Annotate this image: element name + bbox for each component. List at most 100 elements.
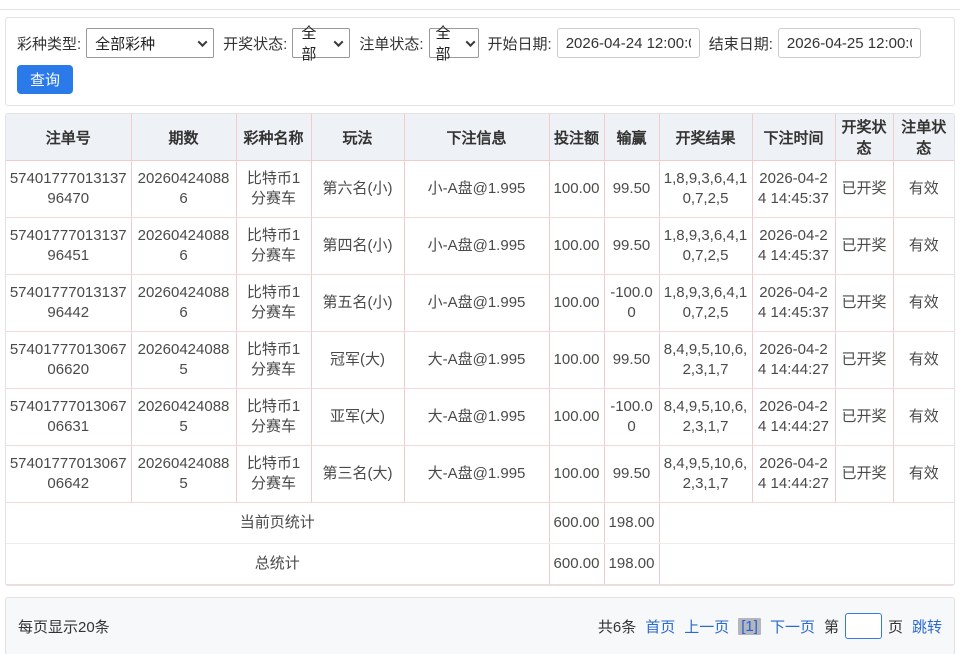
cell-period: 202604240886	[131, 218, 236, 275]
cell-draw-result: 8,4,9,5,10,6,2,3,1,7	[659, 332, 752, 389]
jump-button[interactable]: 跳转	[912, 616, 942, 637]
pagination-bar: 每页显示20条 共6条 首页 上一页 [1] 下一页 第 页 跳转	[5, 597, 955, 654]
table-row: 5740177701313796451 202604240886 比特币1分赛车…	[6, 218, 954, 275]
prev-page-link[interactable]: 上一页	[684, 616, 729, 637]
cell-bet-status: 有效	[893, 218, 954, 275]
cell-bet-time: 2026-04-24 14:44:27	[752, 389, 835, 446]
cell-play-type: 亚军(大)	[311, 389, 404, 446]
cell-lottery-name: 比特币1分赛车	[236, 275, 311, 332]
cell-draw-result: 1,8,9,3,6,4,10,7,2,5	[659, 218, 752, 275]
cell-draw-status: 已开奖	[835, 446, 893, 503]
cell-bet-time: 2026-04-24 14:44:27	[752, 332, 835, 389]
page-size-text: 每页显示20条	[18, 616, 110, 637]
cell-bet-time: 2026-04-24 14:44:27	[752, 446, 835, 503]
col-header-play-type: 玩法	[311, 114, 404, 161]
cell-lottery-name: 比特币1分赛车	[236, 332, 311, 389]
cell-draw-result: 1,8,9,3,6,4,10,7,2,5	[659, 275, 752, 332]
cell-period: 202604240886	[131, 275, 236, 332]
page-summary-bet-total: 600.00	[549, 503, 604, 544]
cell-draw-status: 已开奖	[835, 332, 893, 389]
col-header-draw-result: 开奖结果	[659, 114, 752, 161]
cell-bet-info: 小-A盘@1.995	[404, 275, 549, 332]
col-header-winloss: 输赢	[604, 114, 659, 161]
cell-play-type: 第三名(大)	[311, 446, 404, 503]
cell-draw-status: 已开奖	[835, 161, 893, 218]
jump-suffix-label: 页	[888, 616, 903, 637]
cell-draw-status: 已开奖	[835, 218, 893, 275]
draw-status-value: 全部	[301, 22, 329, 64]
bet-status-label: 注单状态:	[359, 33, 423, 54]
col-header-bet-amount: 投注额	[549, 114, 604, 161]
cell-draw-status: 已开奖	[835, 389, 893, 446]
cell-draw-status: 已开奖	[835, 275, 893, 332]
cell-bet-info: 小-A盘@1.995	[404, 161, 549, 218]
cell-bet-number: 5740177701306706620	[6, 332, 131, 389]
bet-records-table-panel: 注单号 期数 彩种名称 玩法 下注信息 投注额 输赢 开奖结果 下注时间 开奖状…	[5, 113, 955, 586]
table-row: 5740177701313796470 202604240886 比特币1分赛车…	[6, 161, 954, 218]
cell-bet-status: 有效	[893, 275, 954, 332]
chevron-down-icon	[465, 37, 475, 47]
draw-status-select[interactable]: 全部	[292, 28, 350, 58]
filter-panel: 彩种类型: 全部彩种 开奖状态: 全部 注单状态: 全部 开始日期: 结	[5, 17, 955, 106]
table-row: 5740177701306706631 202604240885 比特币1分赛车…	[6, 389, 954, 446]
cell-play-type: 第六名(小)	[311, 161, 404, 218]
top-divider	[0, 0, 960, 10]
total-summary-row: 总统计 600.00 198.00	[6, 544, 954, 585]
lottery-type-select[interactable]: 全部彩种	[86, 28, 214, 58]
total-summary-label: 总统计	[6, 544, 549, 585]
current-page-indicator: [1]	[738, 618, 761, 635]
lottery-type-label: 彩种类型:	[17, 33, 81, 54]
cell-bet-time: 2026-04-24 14:45:37	[752, 218, 835, 275]
end-date-label: 结束日期:	[709, 33, 773, 54]
cell-period: 202604240885	[131, 332, 236, 389]
cell-period: 202604240885	[131, 446, 236, 503]
cell-period: 202604240886	[131, 161, 236, 218]
col-header-bet-info: 下注信息	[404, 114, 549, 161]
total-count-text: 共6条	[598, 616, 636, 637]
col-header-bet-number: 注单号	[6, 114, 131, 161]
table-row: 5740177701306706642 202604240885 比特币1分赛车…	[6, 446, 954, 503]
col-header-period: 期数	[131, 114, 236, 161]
cell-lottery-name: 比特币1分赛车	[236, 218, 311, 275]
bet-records-table: 注单号 期数 彩种名称 玩法 下注信息 投注额 输赢 开奖结果 下注时间 开奖状…	[6, 114, 954, 585]
table-row: 5740177701306706620 202604240885 比特币1分赛车…	[6, 332, 954, 389]
col-header-bet-time: 下注时间	[752, 114, 835, 161]
cell-lottery-name: 比特币1分赛车	[236, 389, 311, 446]
cell-bet-number: 5740177701306706642	[6, 446, 131, 503]
cell-lottery-name: 比特币1分赛车	[236, 446, 311, 503]
cell-bet-number: 5740177701313796442	[6, 275, 131, 332]
start-date-label: 开始日期:	[488, 33, 552, 54]
cell-bet-status: 有效	[893, 332, 954, 389]
cell-winloss: -100.00	[604, 389, 659, 446]
chevron-down-icon	[198, 37, 208, 47]
bet-status-value: 全部	[436, 22, 461, 64]
chevron-down-icon	[334, 37, 344, 47]
cell-bet-time: 2026-04-24 14:45:37	[752, 161, 835, 218]
start-date-input[interactable]	[557, 28, 700, 58]
next-page-link[interactable]: 下一页	[770, 616, 815, 637]
page-summary-label: 当前页统计	[6, 503, 549, 544]
table-row: 5740177701313796442 202604240886 比特币1分赛车…	[6, 275, 954, 332]
page-jump-input[interactable]	[845, 613, 882, 639]
col-header-bet-status: 注单状态	[893, 114, 954, 161]
cell-bet-amount: 100.00	[549, 275, 604, 332]
cell-bet-number: 5740177701313796451	[6, 218, 131, 275]
cell-winloss: 99.50	[604, 161, 659, 218]
query-button[interactable]: 查询	[17, 65, 73, 94]
cell-bet-status: 有效	[893, 446, 954, 503]
cell-bet-time: 2026-04-24 14:45:37	[752, 275, 835, 332]
table-body: 5740177701313796470 202604240886 比特币1分赛车…	[6, 161, 954, 503]
end-date-input[interactable]	[778, 28, 921, 58]
table-header-row: 注单号 期数 彩种名称 玩法 下注信息 投注额 输赢 开奖结果 下注时间 开奖状…	[6, 114, 954, 161]
bet-status-select[interactable]: 全部	[429, 28, 479, 58]
cell-bet-amount: 100.00	[549, 446, 604, 503]
cell-play-type: 第四名(小)	[311, 218, 404, 275]
first-page-link[interactable]: 首页	[645, 616, 675, 637]
total-summary-bet-total: 600.00	[549, 544, 604, 585]
cell-bet-info: 小-A盘@1.995	[404, 218, 549, 275]
page-summary-empty	[659, 503, 954, 544]
cell-bet-number: 5740177701313796470	[6, 161, 131, 218]
cell-draw-result: 8,4,9,5,10,6,2,3,1,7	[659, 446, 752, 503]
total-summary-empty	[659, 544, 954, 585]
cell-bet-amount: 100.00	[549, 161, 604, 218]
